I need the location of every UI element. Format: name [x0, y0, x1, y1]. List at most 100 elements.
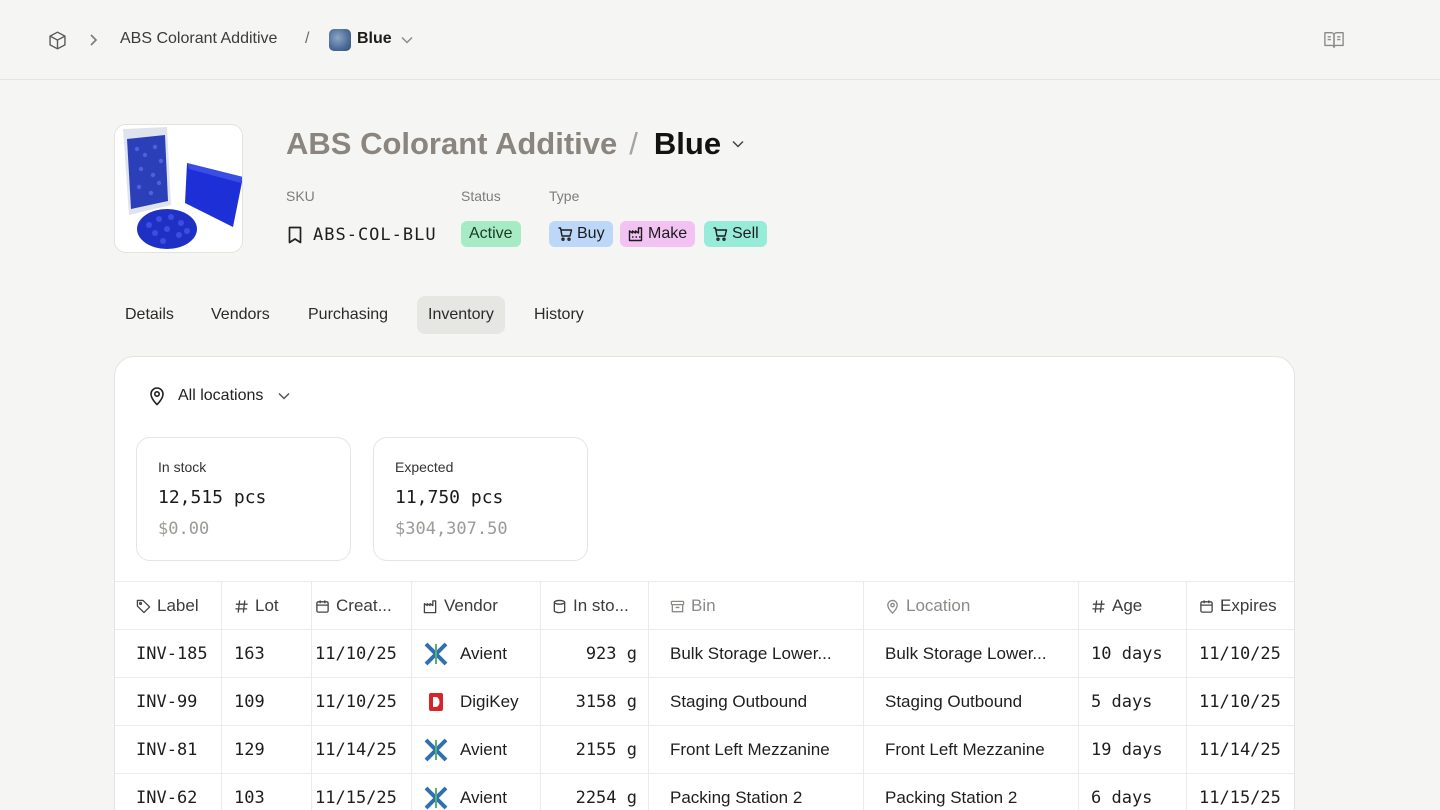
- cell-location: Staging Outbound: [864, 678, 1079, 726]
- map-pin-icon: [887, 599, 898, 614]
- cell-vendor[interactable]: Avient: [412, 726, 541, 774]
- column-header-in-stock[interactable]: In sto...: [541, 582, 649, 630]
- cell-lot: 163: [222, 630, 312, 678]
- stat-quantity: 12,515 pcs: [158, 487, 267, 508]
- cube-icon[interactable]: [47, 30, 68, 51]
- cell-age: 10 days: [1079, 630, 1187, 678]
- cell-expires: 11/14/25: [1199, 740, 1281, 760]
- tab-purchasing[interactable]: Purchasing: [297, 296, 399, 334]
- cell-lot: 109: [222, 678, 312, 726]
- map-pin-icon: [150, 387, 164, 406]
- tag-icon: [136, 599, 151, 613]
- column-header-vendor[interactable]: Vendor: [412, 582, 541, 630]
- hash-icon: [1092, 599, 1105, 613]
- cell-vendor[interactable]: DigiKey: [412, 678, 541, 726]
- cell-bin: Bulk Storage Lower...: [649, 630, 864, 678]
- stat-label: In stock: [158, 459, 207, 475]
- type-badge-sell[interactable]: Sell: [704, 221, 767, 247]
- cell-vendor[interactable]: Avient: [412, 774, 541, 810]
- cell-expires: 11/10/25: [1199, 692, 1281, 712]
- status-label: Status: [461, 188, 501, 204]
- column-header-label[interactable]: Label: [115, 582, 222, 630]
- cell-bin: Front Left Mezzanine: [649, 726, 864, 774]
- chevron-down-icon[interactable]: [400, 34, 414, 46]
- cell-location: Front Left Mezzanine: [864, 726, 1079, 774]
- database-icon: [553, 599, 566, 613]
- stat-value: $0.00: [158, 519, 210, 539]
- avient-logo-icon: [423, 737, 449, 763]
- breadcrumb-parent[interactable]: ABS Colorant Additive: [120, 30, 277, 48]
- column-header-created[interactable]: Creat...: [312, 582, 412, 630]
- breadcrumb-separator: /: [305, 30, 310, 47]
- table-header: Label Lot Creat... Vendor In sto... Bin: [115, 581, 1294, 630]
- digikey-logo-icon: [423, 689, 449, 715]
- cell-created: 11/10/25: [312, 630, 412, 678]
- table-row[interactable]: INV-81 129 11/14/25 Avient 2155 g Front …: [115, 725, 1294, 774]
- stat-label: Expected: [395, 459, 454, 475]
- cell-label[interactable]: INV-62: [115, 774, 222, 810]
- cell-label[interactable]: INV-99: [115, 678, 222, 726]
- book-icon[interactable]: [1323, 30, 1345, 50]
- stat-in-stock: In stock 12,515 pcs $0.00: [136, 437, 351, 561]
- location-filter-label: All locations: [178, 387, 264, 404]
- tab-history[interactable]: History: [523, 296, 595, 334]
- tab-inventory[interactable]: Inventory: [417, 296, 505, 334]
- cell-created: 11/14/25: [312, 726, 412, 774]
- column-header-age[interactable]: Age: [1079, 582, 1187, 630]
- cell-expires: 11/10/25: [1199, 644, 1281, 664]
- cart-icon: [713, 227, 728, 241]
- tab-details[interactable]: Details: [114, 296, 185, 334]
- table-row[interactable]: INV-185 163 11/10/25 Avient 923 g Bulk S…: [115, 629, 1294, 678]
- table-row[interactable]: INV-62 103 11/15/25 Avient 2254 g Packin…: [115, 773, 1294, 810]
- chevron-right-icon: [90, 34, 98, 46]
- column-header-bin[interactable]: Bin: [649, 582, 864, 630]
- cell-created: 11/15/25: [312, 774, 412, 810]
- cell-in-stock: 923 g: [541, 630, 649, 678]
- hash-icon: [235, 599, 248, 613]
- cell-in-stock: 2254 g: [541, 774, 649, 810]
- tab-vendors[interactable]: Vendors: [200, 296, 281, 334]
- type-label: Type: [549, 188, 580, 204]
- location-filter[interactable]: All locations: [148, 385, 291, 407]
- sku-row: ABS-COL-BLU: [286, 222, 437, 248]
- cell-expires: 11/15/25: [1199, 788, 1281, 808]
- column-header-expires[interactable]: Expires: [1187, 582, 1294, 630]
- sku-value: ABS-COL-BLU: [313, 225, 437, 245]
- stat-value: $304,307.50: [395, 519, 508, 539]
- type-badge-buy[interactable]: Buy: [549, 221, 613, 247]
- title-variant[interactable]: Blue: [654, 126, 721, 162]
- cell-lot: 129: [222, 726, 312, 774]
- bookmark-icon: [288, 226, 302, 244]
- top-bar: ABS Colorant Additive / Blue: [0, 0, 1440, 80]
- stat-expected: Expected 11,750 pcs $304,307.50: [373, 437, 588, 561]
- status-badge[interactable]: Active: [461, 221, 521, 247]
- archive-icon: [670, 600, 685, 612]
- page-title: ABS Colorant Additive / Blue: [286, 124, 745, 164]
- type-badge-make[interactable]: Make: [620, 221, 696, 247]
- chevron-down-icon[interactable]: [731, 138, 745, 150]
- column-header-lot[interactable]: Lot: [222, 582, 312, 630]
- cell-bin: Packing Station 2: [649, 774, 864, 810]
- avient-logo-icon: [423, 785, 449, 810]
- product-image: [114, 124, 243, 253]
- column-header-location[interactable]: Location: [864, 582, 1079, 630]
- factory-icon: [628, 227, 643, 242]
- cell-age: 5 days: [1079, 678, 1187, 726]
- variant-thumbnail: [329, 29, 351, 51]
- cell-vendor[interactable]: Avient: [412, 630, 541, 678]
- cell-lot: 103: [222, 774, 312, 810]
- chevron-down-icon: [278, 392, 290, 400]
- cell-age: 6 days: [1079, 774, 1187, 810]
- title-separator: /: [629, 126, 638, 161]
- breadcrumb-current[interactable]: Blue: [357, 30, 392, 48]
- cell-label[interactable]: INV-185: [115, 630, 222, 678]
- cart-icon: [558, 227, 573, 241]
- cell-age: 19 days: [1079, 726, 1187, 774]
- cell-label[interactable]: INV-81: [115, 726, 222, 774]
- calendar-icon: [316, 599, 329, 613]
- table-row[interactable]: INV-99 109 11/10/25 DigiKey 3158 g Stagi…: [115, 677, 1294, 726]
- inventory-card: All locations In stock 12,515 pcs $0.00 …: [114, 356, 1295, 810]
- title-parent[interactable]: ABS Colorant Additive: [286, 126, 617, 162]
- cell-location: Packing Station 2: [864, 774, 1079, 810]
- cell-in-stock: 2155 g: [541, 726, 649, 774]
